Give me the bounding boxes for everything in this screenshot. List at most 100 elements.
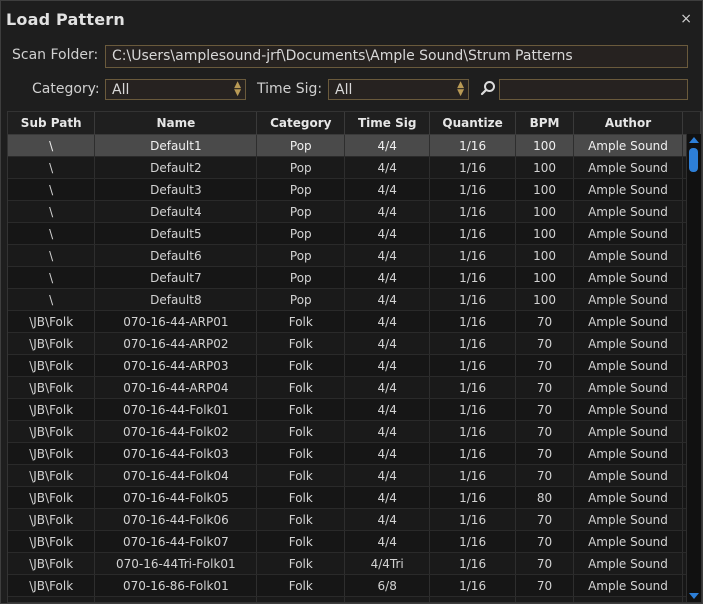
close-icon[interactable]: × — [680, 11, 692, 27]
cell-author: Ample Sound — [573, 288, 683, 311]
column-header-author[interactable]: Author — [573, 112, 683, 135]
cell-time-sig: 4/4 — [344, 376, 431, 399]
table-row[interactable]: \ Default1 Pop 4/4 1/16 100 Ample Sound — [8, 134, 701, 157]
cell-name: Default4 — [94, 200, 258, 223]
cell-author: Ample Sound — [573, 310, 683, 333]
search-icon[interactable] — [480, 80, 496, 96]
scan-folder-field[interactable]: C:\Users\amplesound-jrf\Documents\Ample … — [105, 45, 688, 68]
cell-quantize: 1/16 — [429, 288, 517, 311]
cell-quantize: 1/16 — [429, 354, 517, 377]
cell-quantize: 1/16 — [429, 574, 517, 597]
cell-author: Ample Sound — [573, 332, 683, 355]
cell-sub-path: \JB\Folk — [8, 310, 96, 333]
pattern-grid: Sub Path Name Category Time Sig Quantize BPM A… — [8, 112, 701, 602]
table-row[interactable]: \ Default7 Pop 4/4 1/16 100 Ample Sound — [8, 266, 701, 289]
cell-category: Folk — [256, 596, 346, 602]
table-row[interactable]: \JB\Folk 070-16-44-Folk06 Folk 4/4 1/16 70 Amp… — [8, 508, 701, 531]
column-header-category[interactable]: Category — [256, 112, 346, 135]
table-row[interactable]: \ Default6 Pop 4/4 1/16 100 Ample Sound — [8, 244, 701, 267]
cell-bpm: 80 — [515, 486, 575, 509]
cell-name: 070-16-86-Folk01 — [94, 574, 258, 597]
cell-quantize: 1/16 — [429, 398, 517, 421]
cell-name: Default6 — [94, 244, 258, 267]
category-label: Category: — [32, 81, 100, 97]
cell-time-sig: 4/4 — [344, 200, 431, 223]
table-row[interactable]: \JB\Folk 070-16-44-ARP04 Folk 4/4 1/16 70 Ampl… — [8, 376, 701, 399]
column-header-bpm[interactable]: BPM — [515, 112, 575, 135]
cell-category: Folk — [256, 442, 346, 465]
cell-author: Ample Sound — [573, 508, 683, 531]
cell-name: Default3 — [94, 178, 258, 201]
cell-category: Folk — [256, 486, 346, 509]
cell-sub-path: \JB\Folk — [8, 552, 96, 575]
cell-category: Folk — [256, 552, 346, 575]
cell-name: 070-16-44-Folk05 — [94, 486, 258, 509]
table-row[interactable]: \JB\Folk 070-16-44-Folk05 Folk 4/4 1/16 80 Amp… — [8, 486, 701, 509]
cell-sub-path: \JB\Folk — [8, 508, 96, 531]
cell-author: Ample Sound — [573, 442, 683, 465]
table-row[interactable]: \ Default5 Pop 4/4 1/16 100 Ample Sound — [8, 222, 701, 245]
category-value: All — [112, 82, 130, 98]
cell-time-sig: 4/4 — [344, 464, 431, 487]
cell-author: Ample Sound — [573, 156, 683, 179]
cell-category: Folk — [256, 354, 346, 377]
cell-author: Ample Sound — [573, 596, 683, 602]
cell-author: Ample Sound — [573, 134, 683, 157]
cell-name: 070-16-44-Folk02 — [94, 420, 258, 443]
cell-category: Pop — [256, 244, 346, 267]
table-row[interactable]: \JB\Folk 070-16-44-Folk04 Folk 4/4 1/16 70 Amp… — [8, 464, 701, 487]
cell-quantize: 1/16 — [429, 420, 517, 443]
cell-bpm: 70 — [515, 552, 575, 575]
cell-bpm: 100 — [515, 134, 575, 157]
cell-sub-path: \JB\Folk — [8, 332, 96, 355]
table-row[interactable]: \JB\Folk 070-16-44-ARP02 Folk 4/4 1/16 70 Ampl… — [8, 332, 701, 355]
cell-author: Ample Sound — [573, 354, 683, 377]
column-header-time-sig[interactable]: Time Sig — [344, 112, 431, 135]
table-row[interactable]: \ Default8 Pop 4/4 1/16 100 Ample Sound — [8, 288, 701, 311]
chevron-updown-icon: ▲ ▼ — [234, 80, 241, 98]
cell-author: Ample Sound — [573, 200, 683, 223]
cell-sub-path: \JB\Folk — [8, 420, 96, 443]
column-header-name[interactable]: Name — [94, 112, 258, 135]
cell-quantize: 1/16 — [429, 596, 517, 602]
table-row[interactable]: \ Default3 Pop 4/4 1/16 100 Ample Sound — [8, 178, 701, 201]
table-row[interactable]: \ Default4 Pop 4/4 1/16 100 Ample Sound — [8, 200, 701, 223]
cell-sub-path: \JB\Folk — [8, 486, 96, 509]
table-row[interactable]: \JB\Folk 070-16-44-ARP01 Folk 4/4 1/16 70 Ampl… — [8, 310, 701, 333]
table-row[interactable]: \JB\Folk 070-16-86-Folk01 Folk 6/8 1/16 70 Amp… — [8, 574, 701, 597]
category-select[interactable]: All ▲ ▼ — [105, 79, 246, 100]
table-row[interactable]: \JB\Folk070-16-86-Folk02Folk6/81/1670Amp… — [8, 596, 701, 602]
cell-time-sig: 4/4 — [344, 508, 431, 531]
vertical-scrollbar[interactable] — [686, 134, 701, 602]
cell-name: 070-16-44-Folk06 — [94, 508, 258, 531]
table-row[interactable]: \JB\Folk 070-16-44Tri-Folk01 Folk 4/4Tri 1/1… — [8, 552, 701, 575]
cell-bpm: 70 — [515, 442, 575, 465]
cell-quantize: 1/16 — [429, 178, 517, 201]
cell-sub-path: \JB\Folk — [8, 398, 96, 421]
scrollbar-thumb[interactable] — [689, 148, 698, 172]
cell-author: Ample Sound — [573, 530, 683, 553]
cell-bpm: 100 — [515, 200, 575, 223]
time-sig-select[interactable]: All ▲ ▼ — [328, 79, 469, 100]
table-row[interactable]: \JB\Folk 070-16-44-Folk07 Folk 4/4 1/16 70 Amp… — [8, 530, 701, 553]
search-input[interactable] — [499, 79, 688, 100]
cell-quantize: 1/16 — [429, 266, 517, 289]
cell-category: Pop — [256, 222, 346, 245]
cell-time-sig: 4/4 — [344, 266, 431, 289]
table-row[interactable]: \JB\Folk 070-16-44-Folk02 Folk 4/4 1/16 70 Amp… — [8, 420, 701, 443]
table-row[interactable]: \JB\Folk 070-16-44-Folk03 Folk 4/4 1/16 70 Amp… — [8, 442, 701, 465]
cell-category: Pop — [256, 266, 346, 289]
table-row[interactable]: \JB\Folk 070-16-44-Folk01 Folk 4/4 1/16 70 Amp… — [8, 398, 701, 421]
cell-bpm: 100 — [515, 244, 575, 267]
column-header-sub-path[interactable]: Sub Path — [8, 112, 96, 135]
table-row[interactable]: \ Default2 Pop 4/4 1/16 100 Ample Sound — [8, 156, 701, 179]
cell-category: Folk — [256, 530, 346, 553]
scroll-up-arrow-icon[interactable] — [689, 137, 699, 143]
scroll-down-arrow-icon[interactable] — [689, 593, 699, 599]
cell-name: 070-16-44-Folk07 — [94, 530, 258, 553]
table-row[interactable]: \JB\Folk 070-16-44-ARP03 Folk 4/4 1/16 70 Ampl… — [8, 354, 701, 377]
cell-quantize: 1/16 — [429, 464, 517, 487]
cell-sub-path: \ — [8, 266, 96, 289]
cell-quantize: 1/16 — [429, 376, 517, 399]
column-header-quantize[interactable]: Quantize — [429, 112, 517, 135]
